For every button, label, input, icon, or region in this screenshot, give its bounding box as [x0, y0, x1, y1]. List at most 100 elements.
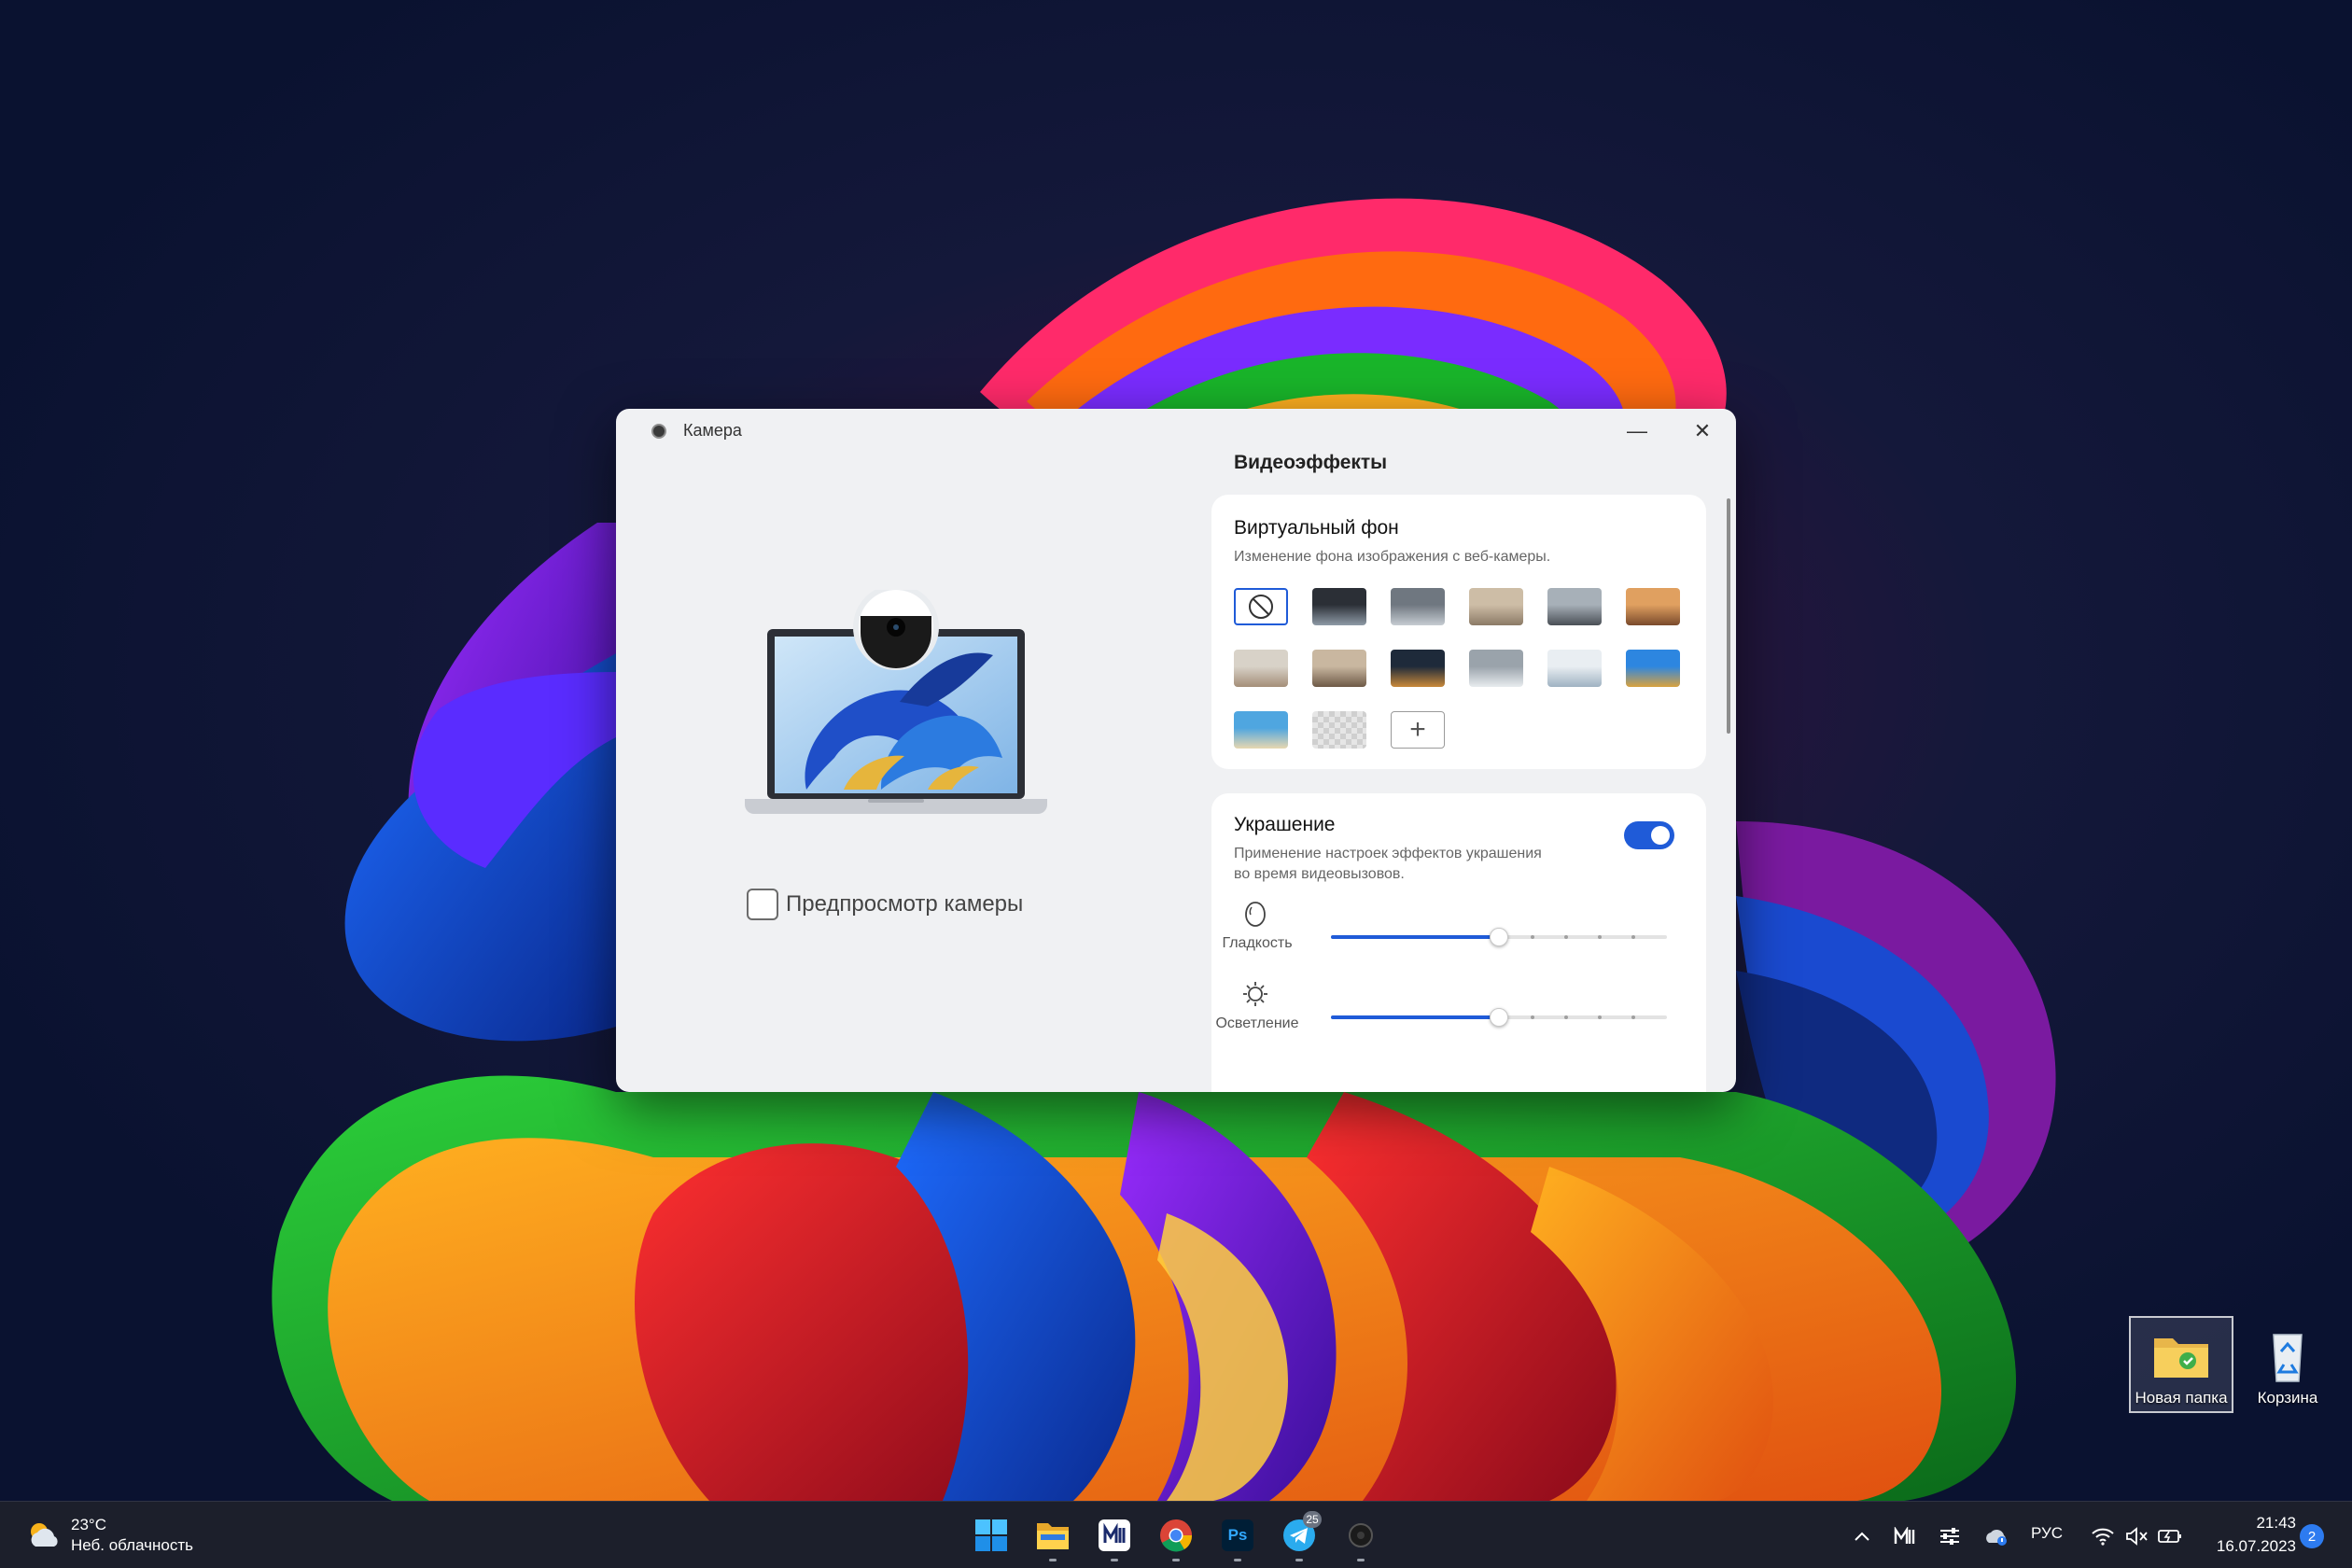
- cloud-sync-icon: [1986, 1529, 2007, 1546]
- weather-condition: Неб. облачность: [71, 1536, 193, 1554]
- running-indicator: [1295, 1559, 1303, 1561]
- brightness-slider[interactable]: [1331, 1008, 1667, 1027]
- show-hidden-icons-button[interactable]: [1846, 1522, 1878, 1550]
- media-app-icon: [1099, 1519, 1130, 1551]
- chrome-icon: [1160, 1519, 1193, 1552]
- slider-tick: [1564, 935, 1568, 939]
- background-thumb[interactable]: [1391, 588, 1445, 625]
- background-thumb[interactable]: [1312, 650, 1366, 687]
- weather-widget[interactable]: 23°C Неб. облачность: [24, 1515, 193, 1556]
- tray-media-app[interactable]: [1889, 1522, 1921, 1550]
- taskbar-file-explorer[interactable]: [1032, 1515, 1073, 1561]
- running-indicator: [1111, 1559, 1118, 1561]
- media-app-tray-icon: [1894, 1527, 1915, 1544]
- beauty-description-line2: во время видеовызовов.: [1234, 866, 1405, 882]
- camera-app-icon: [651, 424, 666, 439]
- virtual-background-card: Виртуальный фон Изменение фона изображен…: [1211, 495, 1706, 769]
- background-thumb[interactable]: [1547, 588, 1602, 625]
- language-indicator[interactable]: РУС: [2031, 1524, 2063, 1543]
- smoothness-slider[interactable]: [1331, 928, 1667, 946]
- weather-partly-cloudy-icon: [31, 1523, 58, 1547]
- desktop-icon-new-folder[interactable]: Новая папка: [2129, 1316, 2233, 1413]
- preview-label: Предпросмотр камеры: [786, 891, 1024, 917]
- battery-charging-icon: [2158, 1530, 2181, 1543]
- taskbar-telegram[interactable]: 25: [1279, 1511, 1322, 1561]
- taskbar-chrome[interactable]: [1155, 1515, 1197, 1561]
- wifi-icon: [2092, 1528, 2114, 1546]
- running-indicator: [1172, 1559, 1180, 1561]
- virtual-background-title: Виртуальный фон: [1234, 517, 1399, 539]
- start-button[interactable]: [971, 1515, 1012, 1556]
- virtual-background-description: Изменение фона изображения с веб-камеры.: [1234, 549, 1551, 565]
- background-thumb[interactable]: [1312, 588, 1366, 625]
- minimize-button[interactable]: —: [1609, 414, 1665, 448]
- desktop-icon-recycle-bin[interactable]: Корзина: [2235, 1316, 2340, 1413]
- camera-window: Камера — ✕ Предпросмотр камеры Видеоэффе…: [616, 409, 1736, 1092]
- slider-fill: [1331, 1015, 1499, 1019]
- slider-tick: [1531, 935, 1534, 939]
- background-thumb[interactable]: [1391, 650, 1445, 687]
- file-explorer-icon: [1037, 1523, 1069, 1549]
- background-thumb[interactable]: [1626, 650, 1680, 687]
- recycle-bin-icon: [2273, 1334, 2303, 1382]
- sliders-icon: [1940, 1528, 1959, 1545]
- tray-battery[interactable]: [2154, 1522, 2186, 1550]
- tray-onedrive[interactable]: [1981, 1522, 2012, 1550]
- clock-date: 16.07.2023: [2216, 1537, 2296, 1555]
- slider-thumb[interactable]: [1490, 1008, 1508, 1027]
- background-thumb[interactable]: [1234, 650, 1288, 687]
- preview-checkbox[interactable]: [747, 889, 778, 920]
- photoshop-icon: Ps: [1222, 1519, 1253, 1551]
- beauty-description-line1: Применение настроек эффектов украшения: [1234, 846, 1542, 861]
- add-background-button[interactable]: +: [1391, 711, 1445, 749]
- background-transparent[interactable]: [1312, 711, 1366, 749]
- slider-tick: [1564, 1015, 1568, 1019]
- slider-tick: [1531, 1015, 1534, 1019]
- desktop-icon-label: Корзина: [2257, 1389, 2318, 1407]
- slider-tick: [1631, 935, 1635, 939]
- background-thumb[interactable]: [1547, 650, 1602, 687]
- laptop-illustration: [745, 590, 1047, 814]
- settings-scrollbar[interactable]: [1727, 498, 1730, 734]
- taskbar-photoshop[interactable]: Ps: [1217, 1515, 1258, 1561]
- background-thumb[interactable]: [1469, 650, 1523, 687]
- tray-wifi[interactable]: [2087, 1522, 2119, 1550]
- clock[interactable]: 21:43 16.07.2023: [2184, 1511, 2296, 1558]
- slider-tick: [1598, 935, 1602, 939]
- weather-temperature: 23°C: [71, 1516, 106, 1533]
- running-indicator: [1357, 1559, 1365, 1561]
- section-title: Видеоэффекты: [1234, 452, 1388, 473]
- smoothness-slider-row: Гладкость: [1211, 900, 1706, 965]
- volume-muted-icon: [2126, 1527, 2148, 1546]
- notifications-badge[interactable]: 2: [2300, 1524, 2324, 1548]
- desktop-icon-label: Новая папка: [2135, 1389, 2228, 1407]
- clock-time: 21:43: [2256, 1514, 2296, 1532]
- camera-preview-toggle[interactable]: Предпросмотр камеры: [747, 889, 1023, 920]
- window-title: Камера: [683, 421, 742, 440]
- slider-thumb[interactable]: [1490, 928, 1508, 946]
- slider-tick: [1598, 1015, 1602, 1019]
- taskbar: 23°C Неб. облачность Ps 25 РУС 21:43 16.…: [0, 1501, 2352, 1568]
- running-indicator: [1234, 1559, 1241, 1561]
- background-thumb[interactable]: [1626, 588, 1680, 625]
- toggle-knob: [1651, 826, 1670, 845]
- smoothness-label: Гладкость: [1222, 935, 1293, 951]
- background-grid: +: [1234, 588, 1680, 749]
- background-thumb[interactable]: [1469, 588, 1523, 625]
- folder-icon: [2154, 1338, 2208, 1378]
- start-icon: [975, 1519, 1007, 1551]
- tray-settings[interactable]: [1934, 1522, 1966, 1550]
- taskbar-media-app[interactable]: [1094, 1515, 1135, 1561]
- beauty-card: Украшение Применение настроек эффектов у…: [1211, 793, 1706, 1092]
- tray-volume[interactable]: [2121, 1522, 2152, 1550]
- background-thumb[interactable]: [1234, 711, 1288, 749]
- background-none[interactable]: [1234, 588, 1288, 625]
- smoothness-icon: [1245, 902, 1266, 927]
- taskbar-camera[interactable]: [1340, 1515, 1381, 1561]
- no-background-icon: [1249, 595, 1273, 619]
- camera-app-icon: [1349, 1523, 1373, 1547]
- telegram-badge: 25: [1303, 1511, 1322, 1528]
- close-button[interactable]: ✕: [1674, 414, 1730, 448]
- title-bar[interactable]: Камера — ✕: [616, 409, 1736, 454]
- beauty-toggle[interactable]: [1624, 821, 1674, 849]
